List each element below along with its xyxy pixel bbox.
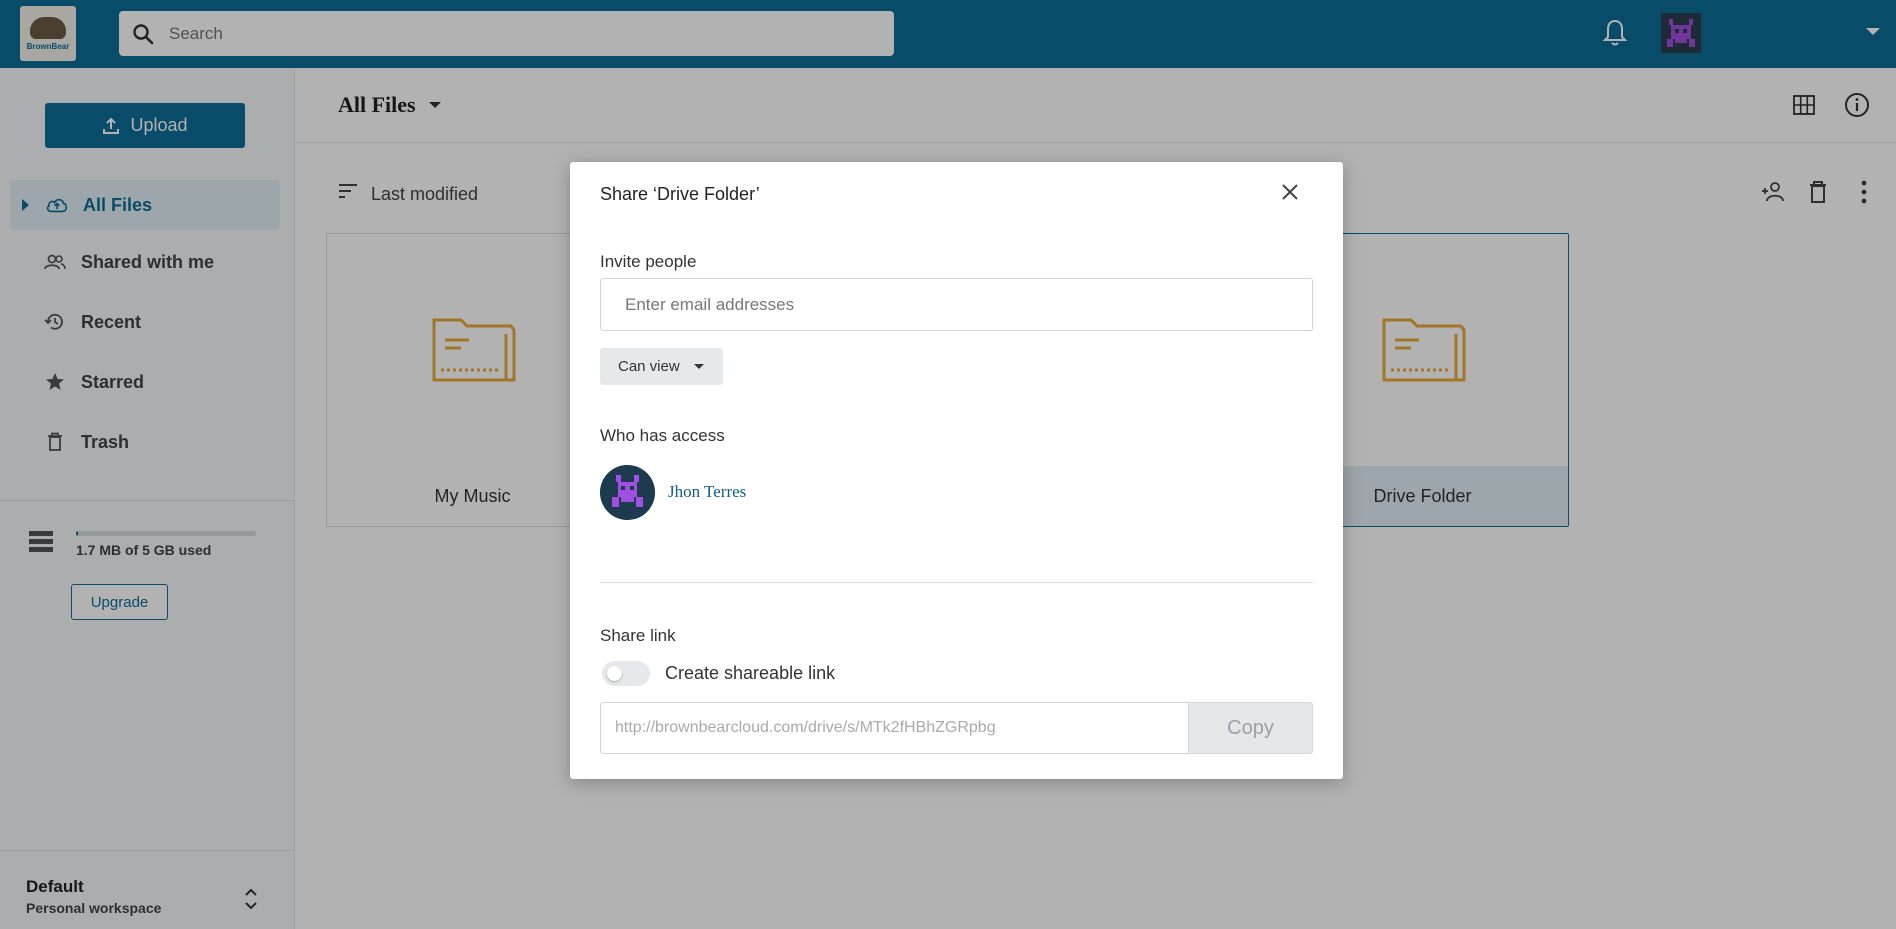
dialog-title: Share ‘Drive Folder’ (600, 184, 760, 204)
close-icon[interactable] (1280, 182, 1300, 202)
share-link-field[interactable] (615, 719, 1189, 737)
permission-value: Can view (618, 358, 680, 375)
email-field[interactable] (625, 294, 1312, 315)
permission-dropdown[interactable]: Can view (600, 348, 723, 385)
invite-people-label: Invite people (600, 252, 697, 271)
user-avatar (600, 465, 655, 520)
create-shareable-link-label: Create shareable link (665, 663, 836, 683)
copy-button[interactable]: Copy (1188, 702, 1313, 754)
chevron-down-icon (693, 364, 704, 369)
share-dialog: Share ‘Drive Folder’ Invite people Can v… (570, 162, 1343, 779)
user-name-link[interactable]: Jhon Terres (668, 482, 746, 502)
email-field-wrapper[interactable] (600, 278, 1313, 331)
toggle-knob (607, 666, 622, 681)
who-has-access-label: Who has access (600, 426, 725, 445)
shareable-link-toggle[interactable] (602, 661, 650, 686)
dialog-divider (600, 582, 1313, 583)
share-link-label: Share link (600, 626, 676, 645)
share-link-field-wrapper (600, 702, 1189, 754)
